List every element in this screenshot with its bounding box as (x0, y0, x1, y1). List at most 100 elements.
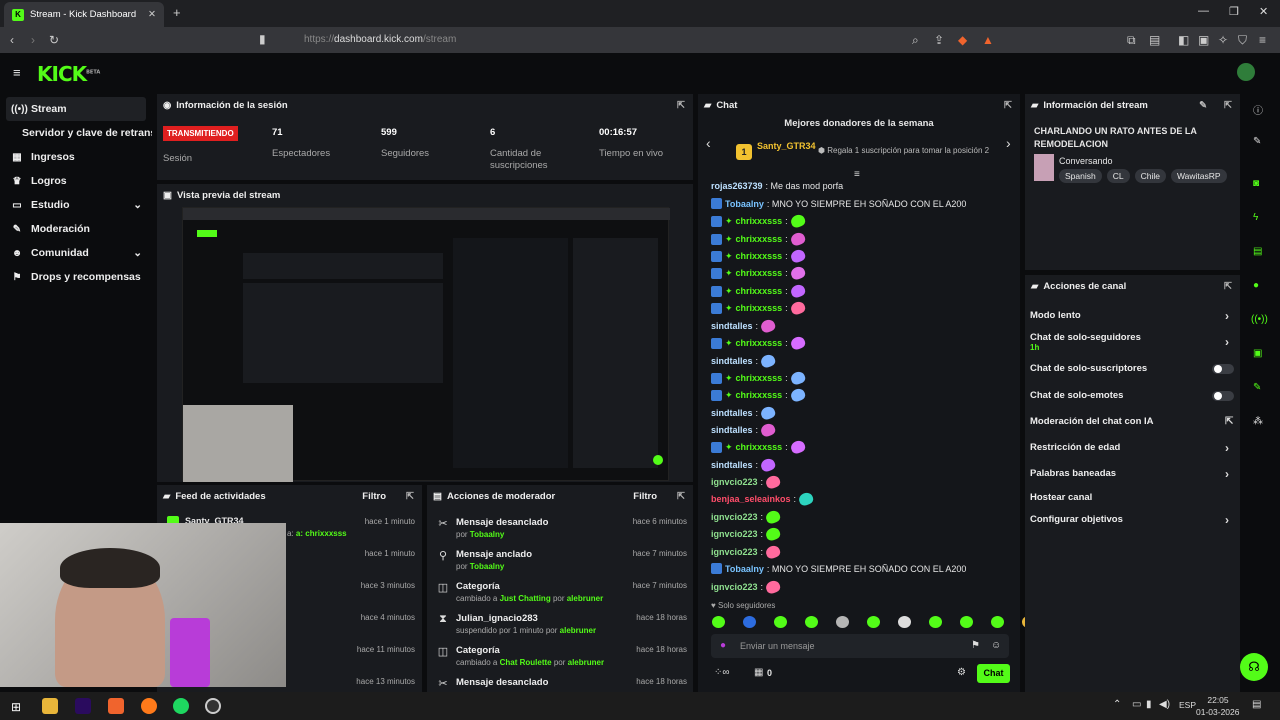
popout-icon[interactable]: ⇱ (1224, 281, 1232, 292)
lightning-icon[interactable]: ϟ (1253, 212, 1258, 223)
close-tab-icon[interactable]: ✕ (148, 9, 156, 20)
chat-username[interactable]: ignvcio223 (711, 529, 758, 539)
language-indicator[interactable]: ESP (1179, 700, 1196, 710)
notifications-icon[interactable]: ▤ (1252, 699, 1261, 710)
sidebar-item-stream[interactable]: ((•)) Stream (6, 97, 146, 121)
gift-prompt[interactable]: ⬢ Regala 1 suscripción para tomar la pos… (818, 146, 989, 155)
speaker-icon[interactable]: ◀) (1159, 699, 1170, 710)
hamburger-icon[interactable]: ≡ (13, 65, 21, 80)
brave-shield-icon[interactable]: ◆ (958, 33, 967, 47)
microphone-icon[interactable]: ▮ (1146, 699, 1152, 710)
translate-icon[interactable]: ⚑ (971, 640, 980, 651)
sidebar-item-estudio[interactable]: ▭ Estudio ⌄ (0, 193, 152, 217)
obs-icon[interactable] (205, 698, 221, 714)
chat-username[interactable]: chrixxxsss (736, 390, 783, 400)
sidebar-item-comunidad[interactable]: ☻ Comunidad ⌄ (0, 241, 152, 265)
mod-sub-user[interactable]: alebruner (560, 626, 596, 635)
action-ai-moderation[interactable]: Moderación del chat con IA ⇱ (1030, 416, 1233, 427)
chat-username[interactable]: chrixxxsss (736, 373, 783, 383)
action-host-channel[interactable]: Hostear canal (1030, 492, 1092, 503)
vpn-icon[interactable]: ⛉ (1238, 33, 1247, 48)
points-icon[interactable]: ⁘∞ (714, 667, 730, 678)
action-age-restriction[interactable]: Restricción de edad › (1030, 441, 1229, 455)
brave-icon[interactable] (108, 698, 124, 714)
file-explorer-icon[interactable] (42, 698, 58, 714)
wrench-icon[interactable]: ✎ (1253, 382, 1261, 393)
popout-icon[interactable]: ⇱ (406, 491, 414, 502)
minimize-icon[interactable]: — (1198, 5, 1209, 17)
action-followers-only[interactable]: Chat de solo-seguidores 1h › (1030, 332, 1229, 352)
chat-username[interactable]: ignvcio223 (711, 512, 758, 522)
subs-only-toggle[interactable] (1212, 364, 1234, 374)
quick-emote-icon[interactable] (929, 616, 942, 628)
action-goals[interactable]: Configurar objetivos › (1030, 513, 1229, 527)
top-donor-name[interactable]: Santy_GTR34 (757, 141, 816, 151)
stack-icon[interactable]: ▣ (1253, 348, 1262, 359)
back-icon[interactable]: ‹ (10, 33, 14, 47)
brave-rewards-icon[interactable]: ▲ (982, 33, 994, 47)
share-icon[interactable]: ⇪ (934, 33, 944, 47)
close-window-icon[interactable]: ✕ (1259, 5, 1268, 18)
quick-emote-icon[interactable] (712, 616, 725, 628)
broadcast-icon[interactable]: ((•)) (1251, 314, 1268, 325)
support-button[interactable]: ☊ (1240, 653, 1268, 681)
popout-icon[interactable]: ⇱ (677, 491, 685, 502)
chat-username[interactable]: ignvcio223 (711, 547, 758, 557)
chat-username[interactable]: rojas263739 (711, 181, 763, 191)
popout-icon[interactable]: ⇱ (677, 100, 685, 111)
mod-sub-user[interactable]: alebruner (568, 658, 604, 667)
mod-filter-button[interactable]: Filtro (633, 491, 657, 502)
tray-chevron-icon[interactable]: ⌃ (1113, 699, 1121, 710)
quick-emote-icon[interactable] (898, 616, 911, 628)
popout-icon[interactable]: ⇱ (1004, 100, 1012, 111)
leo-icon[interactable]: ✧ (1218, 33, 1228, 47)
mod-sub-user[interactable]: alebruner (567, 594, 603, 603)
kick-logo[interactable]: KICKBETA (37, 62, 100, 86)
avatar[interactable] (1237, 63, 1255, 81)
tag-chip[interactable]: Spanish (1059, 169, 1102, 183)
sidebar-item-ingresos[interactable]: ▦ Ingresos (0, 145, 152, 169)
bookmark-icon[interactable]: ▮ (259, 32, 266, 46)
action-slow-mode[interactable]: Modo lento › (1030, 309, 1229, 323)
chat-username[interactable]: chrixxxsss (736, 286, 783, 296)
settings-icon[interactable]: ⚙ (957, 667, 966, 678)
emote-only-toggle[interactable] (1212, 391, 1234, 401)
quick-emote-icon[interactable] (774, 616, 787, 628)
chat-username[interactable]: Tobaalny (725, 564, 764, 574)
sidebar-item-drops[interactable]: ⚑ Drops y recompensas (0, 265, 152, 289)
camera-icon[interactable]: ◙ (1253, 178, 1259, 189)
clock-date[interactable]: 01-03-2026 (1196, 707, 1239, 717)
windows-start-icon[interactable]: ⊞ (11, 700, 21, 714)
category-name[interactable]: Conversando (1059, 156, 1113, 166)
expand-icon[interactable]: ≡ (854, 169, 860, 180)
reload-icon[interactable]: ↻ (49, 33, 59, 47)
pencil-icon[interactable]: ✎ (1253, 136, 1261, 147)
sidebar-icon[interactable]: ◧ (1178, 33, 1189, 47)
sidebar-item-logros[interactable]: ♛ Logros (0, 169, 152, 193)
chat-username[interactable]: benjaa_seleainkos (711, 494, 791, 504)
quick-emote-icon[interactable] (960, 616, 973, 628)
url-field[interactable]: https://dashboard.kick.com/stream (280, 31, 996, 49)
chevron-right-icon[interactable]: › (1006, 135, 1011, 151)
tag-chip[interactable]: CL (1106, 169, 1130, 183)
chat-username[interactable]: chrixxxsss (736, 234, 783, 244)
forward-icon[interactable]: › (31, 33, 35, 47)
chat-bubble-icon[interactable]: ● (1253, 280, 1259, 291)
mod-sub-user[interactable]: Tobaalny (470, 530, 505, 539)
chevron-left-icon[interactable]: ‹ (706, 135, 711, 151)
quick-emote-icon[interactable] (805, 616, 818, 628)
browser-tab[interactable]: K Stream - Kick Dashboard ✕ (4, 2, 164, 27)
chat-username[interactable]: ignvcio223 (711, 582, 758, 592)
edit-icon[interactable]: ✎ (1199, 100, 1207, 111)
quick-emote-icon[interactable] (743, 616, 756, 628)
group-icon[interactable]: ⁂ (1253, 416, 1263, 427)
tag-chip[interactable]: Chile (1134, 169, 1166, 183)
clipboard-icon[interactable]: ▤ (1253, 246, 1262, 257)
chat-username[interactable]: chrixxxsss (736, 442, 783, 452)
chat-username[interactable]: chrixxxsss (736, 216, 783, 226)
sidebar-item-server-key[interactable]: Servidor y clave de retransmisión (0, 121, 152, 145)
send-chat-button[interactable]: Chat (977, 664, 1010, 683)
chat-username[interactable]: sindtalles (711, 408, 753, 418)
chat-username[interactable]: chrixxxsss (736, 251, 783, 261)
popout-icon[interactable]: ⇱ (1224, 100, 1232, 111)
